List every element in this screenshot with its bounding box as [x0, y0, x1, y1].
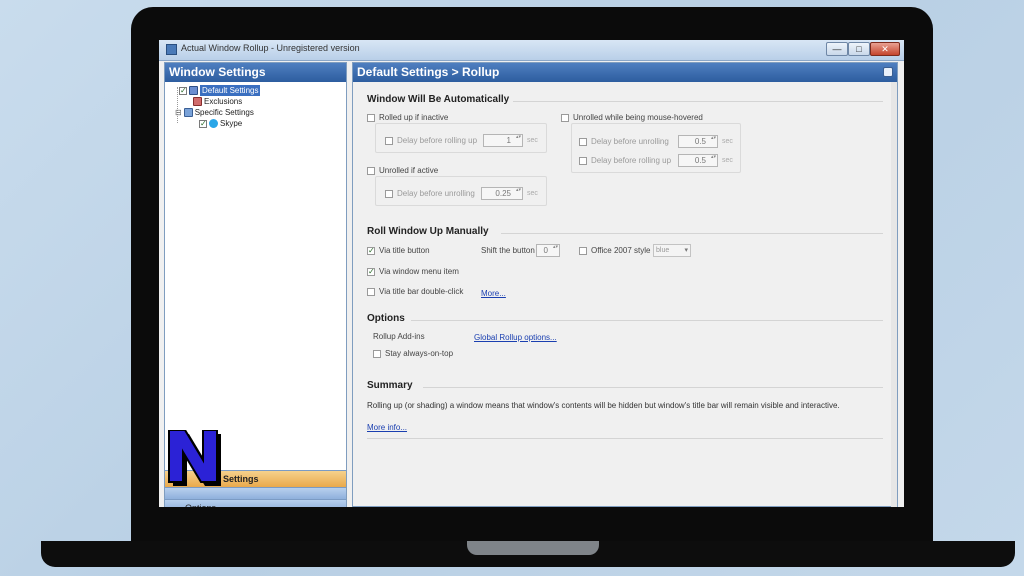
via-window-menu-option[interactable]: ✓ Via window menu item: [367, 267, 459, 276]
vertical-scrollbar[interactable]: [891, 82, 897, 507]
unrolled-if-active-option[interactable]: Unrolled if active: [367, 166, 438, 175]
option-label: Delay before unrolling: [397, 189, 475, 198]
checkbox-icon[interactable]: [561, 113, 569, 122]
tree-item-specific-settings[interactable]: ⊟ Specific Settings: [175, 107, 254, 118]
rollup-content: Window Will Be Automatically Rolled up i…: [353, 82, 897, 507]
option-label: Delay before unrolling: [591, 137, 669, 146]
skype-icon: [209, 119, 218, 128]
rollup-addins-label: Rollup Add-ins: [373, 332, 425, 341]
checkbox-icon[interactable]: ✓: [179, 86, 187, 95]
window-settings-header: Window Settings: [165, 63, 346, 82]
hover-delay-unrolling-option[interactable]: Delay before unrolling: [579, 137, 669, 146]
via-double-click-option[interactable]: Via title bar double-click: [367, 287, 463, 296]
close-button[interactable]: ✕: [870, 42, 900, 56]
section-title-options: Options: [367, 313, 405, 324]
stay-always-on-top-option[interactable]: Stay always-on-top: [373, 349, 453, 358]
section-title-auto: Window Will Be Automatically: [367, 94, 510, 105]
select-value: blue: [656, 247, 670, 254]
checkbox-icon[interactable]: [579, 137, 587, 146]
office-2007-style-option[interactable]: Office 2007 style: [579, 246, 650, 255]
option-label: Via window menu item: [379, 267, 459, 276]
option-label: Stay always-on-top: [385, 349, 454, 358]
tree-item-exclusions[interactable]: Exclusions: [193, 96, 242, 107]
separator: [513, 101, 883, 102]
minimize-button[interactable]: —: [826, 42, 848, 56]
window-title: Actual Window Rollup - Unregistered vers…: [181, 43, 360, 53]
tree-item-skype[interactable]: ✓ Skype: [199, 118, 242, 129]
unit-label: sec: [527, 190, 538, 197]
delay-spinner[interactable]: 0.5: [678, 135, 718, 148]
section-title-manual: Roll Window Up Manually: [367, 226, 489, 237]
option-label: Via title button: [379, 246, 430, 255]
tree-item-default-settings[interactable]: ✓ Default Settings: [179, 85, 261, 96]
checkbox-icon[interactable]: [367, 113, 375, 122]
shift-button-label: Shift the button: [481, 246, 535, 255]
more-info-link[interactable]: More info...: [367, 423, 407, 432]
rollup-settings-pane: Default Settings > Rollup Window Will Be…: [352, 62, 898, 507]
nav-options[interactable]: Options: [165, 499, 346, 507]
option-label: Rolled up if inactive: [379, 113, 449, 122]
separator: [367, 438, 883, 439]
checkbox-icon[interactable]: ✓: [367, 246, 375, 255]
option-label: Delay before rolling up: [591, 156, 672, 165]
checkbox-icon[interactable]: [385, 136, 393, 145]
expand-icon[interactable]: ⊟: [175, 107, 182, 118]
rolled-up-inactive-option[interactable]: Rolled up if inactive: [367, 113, 448, 122]
option-label: Via title bar double-click: [379, 287, 464, 296]
folder-icon: [183, 108, 193, 117]
rollup-settings-header: Default Settings > Rollup: [353, 63, 897, 82]
unit-label: sec: [722, 138, 733, 145]
checkbox-icon[interactable]: ✓: [367, 267, 375, 276]
option-label: Unrolled if active: [379, 166, 439, 175]
section-title-summary: Summary: [367, 380, 413, 391]
unit-label: sec: [527, 137, 538, 144]
option-label: Delay before rolling up: [397, 136, 478, 145]
checkbox-icon[interactable]: ✓: [199, 119, 207, 128]
delay-spinner[interactable]: 0.25: [481, 187, 523, 200]
checkbox-icon[interactable]: [579, 156, 587, 165]
tree-label: Skype: [220, 119, 243, 128]
more-link[interactable]: More...: [481, 289, 506, 298]
delay-before-unrolling-option[interactable]: Delay before unrolling: [385, 189, 475, 198]
pin-icon[interactable]: [883, 67, 893, 77]
global-rollup-options-link[interactable]: Global Rollup options...: [474, 333, 557, 342]
checkbox-icon[interactable]: [373, 349, 381, 358]
checkbox-icon[interactable]: [367, 287, 375, 296]
chevron-down-icon: ▾: [684, 247, 688, 254]
delay-before-rolling-up-option[interactable]: Delay before rolling up: [385, 136, 477, 145]
separator: [423, 387, 883, 388]
delay-spinner[interactable]: 0.5: [678, 154, 718, 167]
separator: [501, 233, 883, 234]
settings-icon: [189, 86, 198, 95]
checkbox-icon[interactable]: [579, 246, 587, 255]
app-window: Actual Window Rollup - Unregistered vers…: [159, 40, 904, 507]
app-icon: [166, 44, 177, 55]
via-title-button-option[interactable]: ✓ Via title button: [367, 246, 430, 255]
title-bar[interactable]: Actual Window Rollup - Unregistered vers…: [159, 40, 904, 61]
laptop-notch: [467, 541, 599, 555]
option-label: Unrolled while being mouse-hovered: [573, 113, 703, 122]
delay-spinner[interactable]: 1: [483, 134, 523, 147]
checkbox-icon[interactable]: [385, 189, 393, 198]
n-logo-icon: [168, 430, 221, 486]
unrolled-hovered-option[interactable]: Unrolled while being mouse-hovered: [561, 113, 703, 122]
tree-label: Specific Settings: [194, 108, 254, 117]
unit-label: sec: [722, 157, 733, 164]
office-style-select[interactable]: blue ▾: [653, 244, 691, 257]
summary-text: Rolling up (or shading) a window means t…: [367, 401, 840, 410]
tree-label: Exclusions: [204, 97, 243, 106]
exclusions-icon: [193, 97, 202, 106]
option-label: Office 2007 style: [591, 246, 651, 255]
tree-label: Default Settings: [200, 85, 261, 96]
separator: [411, 320, 883, 321]
checkbox-icon[interactable]: [367, 166, 375, 175]
hover-delay-rolling-up-option[interactable]: Delay before rolling up: [579, 156, 671, 165]
shift-spinner[interactable]: 0: [536, 244, 560, 257]
maximize-button[interactable]: □: [848, 42, 870, 56]
